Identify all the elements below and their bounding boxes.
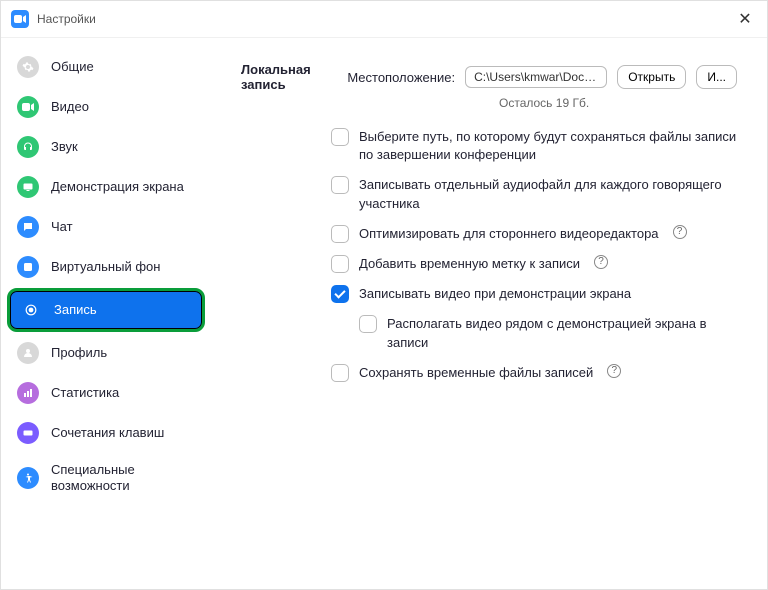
sidebar-item-label: Видео bbox=[51, 99, 89, 115]
stats-icon bbox=[17, 382, 39, 404]
location-path-input[interactable]: C:\Users\kmwar\Documents\Zo bbox=[465, 66, 607, 88]
background-icon bbox=[17, 256, 39, 278]
sidebar-item-label: Статистика bbox=[51, 385, 119, 401]
option-record-video-share[interactable]: Записывать видео при демонстрации экрана bbox=[331, 285, 737, 303]
option-optimize-editor[interactable]: Оптимизировать для стороннего видеоредак… bbox=[331, 225, 737, 243]
record-icon bbox=[20, 299, 42, 321]
option-keep-temp-files[interactable]: Сохранять временные файлы записей ? bbox=[331, 364, 737, 382]
help-icon[interactable]: ? bbox=[594, 255, 608, 269]
location-label: Местоположение: bbox=[347, 70, 455, 85]
location-row: Локальная запись Местоположение: C:\User… bbox=[241, 62, 737, 92]
sidebar-item-label: Специальные возможности bbox=[51, 462, 195, 493]
accessibility-icon bbox=[17, 467, 39, 489]
gear-icon bbox=[17, 56, 39, 78]
keyboard-icon bbox=[17, 422, 39, 444]
sidebar-item-label: Виртуальный фон bbox=[51, 259, 160, 275]
sidebar-item-label: Общие bbox=[51, 59, 94, 75]
content-panel: Локальная запись Местоположение: C:\User… bbox=[211, 38, 767, 589]
remaining-space: Осталось 19 Гб. bbox=[499, 96, 737, 110]
option-choose-path[interactable]: Выберите путь, по которому будут сохраня… bbox=[331, 128, 737, 164]
checkbox[interactable] bbox=[331, 128, 349, 146]
sidebar-item-label: Звук bbox=[51, 139, 78, 155]
sidebar-item-chat[interactable]: Чат bbox=[7, 208, 205, 246]
share-screen-icon bbox=[17, 176, 39, 198]
sidebar-item-general[interactable]: Общие bbox=[7, 48, 205, 86]
close-button[interactable]: ✕ bbox=[733, 7, 757, 31]
sidebar-item-profile[interactable]: Профиль bbox=[7, 334, 205, 372]
sidebar: Общие Видео Звук Демонстрация экрана bbox=[1, 38, 211, 589]
sidebar-item-shortcuts[interactable]: Сочетания клавиш bbox=[7, 414, 205, 452]
open-button[interactable]: Открыть bbox=[617, 65, 686, 89]
option-label: Записывать видео при демонстрации экрана bbox=[359, 285, 631, 303]
video-icon bbox=[17, 96, 39, 118]
option-label: Располагать видео рядом с демонстрацией … bbox=[387, 315, 737, 351]
app-icon bbox=[11, 10, 29, 28]
sidebar-item-label: Профиль bbox=[51, 345, 107, 361]
checkbox[interactable] bbox=[331, 176, 349, 194]
sidebar-item-label: Демонстрация экрана bbox=[51, 179, 184, 195]
titlebar: Настройки ✕ bbox=[1, 1, 767, 38]
sidebar-item-audio[interactable]: Звук bbox=[7, 128, 205, 166]
checkbox[interactable] bbox=[331, 285, 349, 303]
checkbox[interactable] bbox=[359, 315, 377, 333]
checkbox[interactable] bbox=[331, 225, 349, 243]
help-icon[interactable]: ? bbox=[673, 225, 687, 239]
sidebar-item-statistics[interactable]: Статистика bbox=[7, 374, 205, 412]
option-timestamp[interactable]: Добавить временную метку к записи ? bbox=[331, 255, 737, 273]
sidebar-item-label: Запись bbox=[54, 302, 97, 318]
body: Общие Видео Звук Демонстрация экрана bbox=[1, 38, 767, 589]
sidebar-item-video[interactable]: Видео bbox=[7, 88, 205, 126]
checkbox[interactable] bbox=[331, 364, 349, 382]
option-video-beside-share[interactable]: Располагать видео рядом с демонстрацией … bbox=[359, 315, 737, 351]
profile-icon bbox=[17, 342, 39, 364]
window-title: Настройки bbox=[37, 12, 733, 26]
option-separate-audio[interactable]: Записывать отдельный аудиофайл для каждо… bbox=[331, 176, 737, 212]
chat-icon bbox=[17, 216, 39, 238]
help-icon[interactable]: ? bbox=[607, 364, 621, 378]
option-label: Оптимизировать для стороннего видеоредак… bbox=[359, 225, 659, 243]
sidebar-item-recording[interactable]: Запись bbox=[7, 288, 205, 332]
option-label: Добавить временную метку к записи bbox=[359, 255, 580, 273]
option-label: Сохранять временные файлы записей bbox=[359, 364, 593, 382]
change-button[interactable]: И... bbox=[696, 65, 737, 89]
settings-window: Настройки ✕ Общие Видео Звук bbox=[0, 0, 768, 590]
option-label: Записывать отдельный аудиофайл для каждо… bbox=[359, 176, 737, 212]
sidebar-item-label: Чат bbox=[51, 219, 73, 235]
section-title: Локальная запись bbox=[241, 62, 337, 92]
sidebar-item-accessibility[interactable]: Специальные возможности bbox=[7, 454, 205, 501]
headphones-icon bbox=[17, 136, 39, 158]
sidebar-item-virtual-background[interactable]: Виртуальный фон bbox=[7, 248, 205, 286]
option-label: Выберите путь, по которому будут сохраня… bbox=[359, 128, 737, 164]
options-list: Выберите путь, по которому будут сохраня… bbox=[331, 128, 737, 382]
sidebar-item-share-screen[interactable]: Демонстрация экрана bbox=[7, 168, 205, 206]
sidebar-item-label: Сочетания клавиш bbox=[51, 425, 164, 441]
checkbox[interactable] bbox=[331, 255, 349, 273]
